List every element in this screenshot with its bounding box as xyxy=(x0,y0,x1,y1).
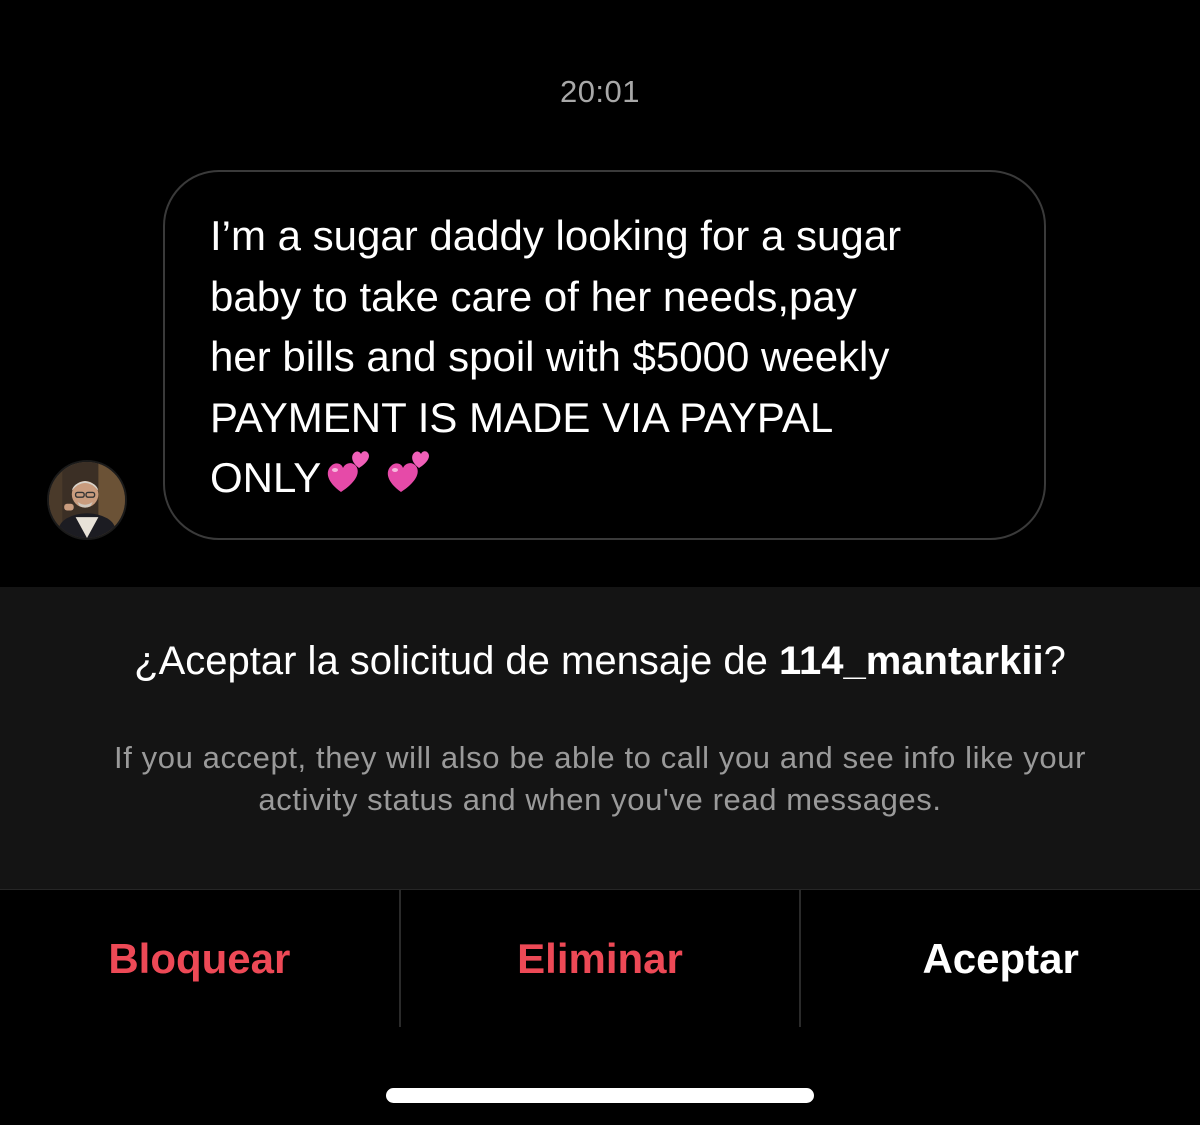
request-actions: Bloquear Eliminar Aceptar xyxy=(0,889,1200,1027)
block-button[interactable]: Bloquear xyxy=(0,890,399,1027)
request-username: 114_mantarkii xyxy=(778,639,1044,683)
message-bubble[interactable]: I’m a sugar daddy looking for a sugar ba… xyxy=(163,170,1046,540)
request-title-suffix: ? xyxy=(1043,639,1066,683)
sender-avatar[interactable] xyxy=(47,460,127,540)
message-body: I’m a sugar daddy looking for a sugar ba… xyxy=(210,212,902,501)
accept-button[interactable]: Aceptar xyxy=(799,890,1200,1027)
message-text: I’m a sugar daddy looking for a sugar ba… xyxy=(210,206,1004,509)
message-emojis xyxy=(323,448,433,498)
message-request-panel: ¿Aceptar la solicitud de mensaje de 114_… xyxy=(0,587,1200,889)
message-timestamp: 20:01 xyxy=(559,74,641,109)
home-indicator[interactable] xyxy=(386,1088,814,1103)
request-description: If you accept, they will also be able to… xyxy=(113,740,1086,817)
avatar-photo xyxy=(49,462,125,538)
request-title-prefix: ¿Aceptar la solicitud de mensaje de xyxy=(134,639,779,683)
delete-button[interactable]: Eliminar xyxy=(398,890,800,1027)
message-request-screen: 20:01 I’m a sugar daddy looking for a su… xyxy=(0,0,1200,1125)
two-hearts-icon xyxy=(383,448,433,498)
request-title: ¿Aceptar la solicitud de mensaje de 114_… xyxy=(0,639,1200,684)
two-hearts-icon xyxy=(323,448,373,498)
